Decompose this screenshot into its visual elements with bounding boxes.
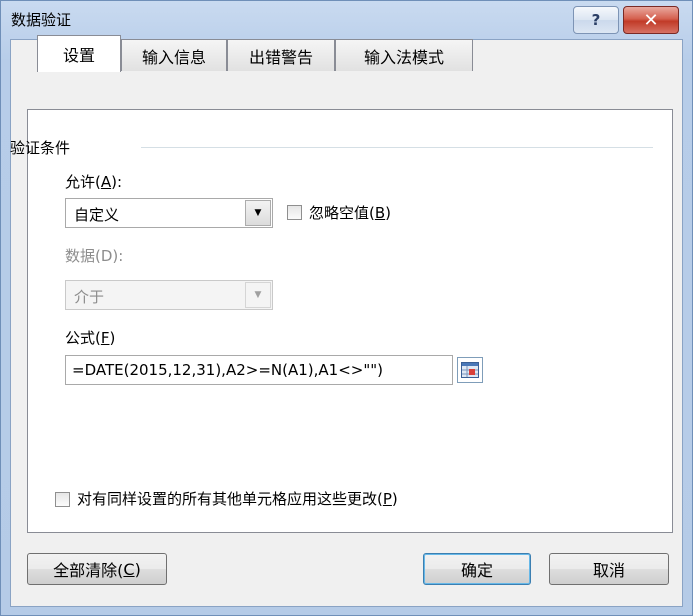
- tab-ime-mode[interactable]: 输入法模式: [335, 39, 473, 71]
- ok-button[interactable]: 确定: [423, 553, 531, 585]
- title-bar[interactable]: 数据验证 ? ✕: [1, 1, 692, 39]
- allow-select[interactable]: 自定义 ▼: [65, 198, 273, 228]
- cancel-button[interactable]: 取消: [549, 553, 669, 585]
- group-divider: [141, 147, 653, 148]
- ignore-blank-label[interactable]: 忽略空值(B): [309, 202, 391, 223]
- formula-input[interactable]: =DATE(2015,12,31),A2>=N(A1),A1<>""): [65, 355, 453, 385]
- tab-input-message[interactable]: 输入信息: [121, 39, 227, 71]
- formula-value: =DATE(2015,12,31),A2>=N(A1),A1<>""): [72, 361, 383, 379]
- validation-criteria-label: 验证条件: [10, 139, 71, 157]
- collapse-dialog-icon: [461, 362, 479, 378]
- data-select[interactable]: 介于 ▼: [65, 280, 273, 310]
- close-button[interactable]: ✕: [623, 6, 679, 34]
- help-button[interactable]: ?: [573, 6, 619, 34]
- settings-panel: [27, 109, 673, 533]
- data-value: 介于: [74, 288, 105, 306]
- tab-settings[interactable]: 设置: [37, 35, 121, 72]
- formula-label: 公式(F): [65, 329, 116, 347]
- apply-all-label[interactable]: 对有同样设置的所有其他单元格应用这些更改(P): [77, 488, 398, 509]
- ignore-blank-checkbox[interactable]: [287, 205, 302, 220]
- data-validation-dialog: 数据验证 ? ✕ 设置 输入信息 出错警告 输入法模式 验证条件 允许(A): …: [0, 0, 693, 616]
- dropdown-arrow-icon[interactable]: ▼: [245, 282, 271, 308]
- apply-all-checkbox[interactable]: [55, 492, 70, 507]
- dialog-title: 数据验证: [11, 11, 72, 29]
- tab-input-message-label: 输入信息: [141, 47, 206, 67]
- tab-settings-label: 设置: [62, 46, 95, 65]
- data-label: 数据(D):: [65, 247, 124, 265]
- tab-ime-mode-label: 输入法模式: [363, 47, 444, 67]
- allow-label: 允许(A):: [65, 173, 123, 191]
- dropdown-arrow-icon[interactable]: ▼: [245, 200, 271, 226]
- allow-value: 自定义: [74, 206, 120, 224]
- clear-all-button[interactable]: 全部清除(C): [27, 553, 167, 585]
- collapse-dialog-button[interactable]: [457, 357, 483, 383]
- tab-error-alert-label: 出错警告: [248, 47, 313, 67]
- tab-error-alert[interactable]: 出错警告: [227, 39, 335, 71]
- close-icon: ✕: [643, 9, 659, 31]
